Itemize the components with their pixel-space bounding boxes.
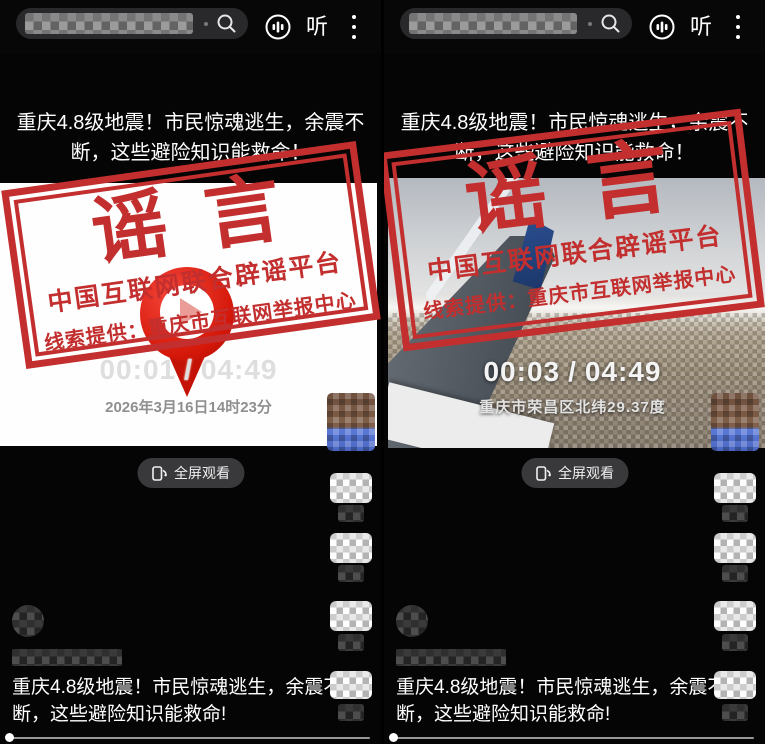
uploader-avatar[interactable]	[711, 393, 759, 451]
rotate-phone-icon	[151, 465, 167, 482]
author-avatar-blurred[interactable]	[12, 605, 44, 637]
comment-icon-blurred[interactable]	[714, 533, 756, 563]
search-input[interactable]	[16, 8, 248, 39]
audio-mode-icon[interactable]	[264, 13, 292, 41]
comment-count-blurred	[722, 565, 748, 582]
comment-count-blurred	[338, 565, 364, 582]
share-icon-blurred[interactable]	[330, 671, 372, 699]
favorite-count-blurred	[338, 634, 364, 651]
share-count-blurred	[338, 704, 364, 721]
favorite-count-blurred	[722, 634, 748, 651]
progress-handle[interactable]	[5, 733, 14, 742]
video-caption: 重庆4.8级地震！市民惊魂逃生，余震不断，这些避险知识能救命!	[12, 674, 348, 728]
fullscreen-label: 全屏观看	[558, 463, 614, 483]
share-count-blurred	[722, 704, 748, 721]
favorite-icon-blurred[interactable]	[714, 601, 756, 631]
listen-button[interactable]: 听	[306, 13, 328, 41]
separator-dot	[588, 22, 592, 26]
search-input[interactable]	[400, 8, 632, 39]
action-sidebar	[327, 393, 377, 729]
screenshot-left: 听 重庆4.8级地震！市民惊魂逃生，余震不断，这些避险知识能救命！ 00:01/…	[0, 0, 381, 744]
favorite-icon-blurred[interactable]	[330, 601, 372, 631]
video-caption: 重庆4.8级地震！市民惊魂逃生，余震不断，这些避险知识能救命!	[396, 674, 732, 728]
rotate-phone-icon	[535, 465, 551, 482]
fullscreen-button[interactable]: 全屏观看	[137, 458, 244, 488]
uploader-avatar[interactable]	[327, 393, 375, 451]
top-bar: 听	[0, 0, 381, 54]
blurred-search-query	[409, 13, 577, 34]
fullscreen-label: 全屏观看	[174, 463, 230, 483]
video-overlay-info: 2026年3月16日14时23分	[0, 396, 377, 417]
progress-bar[interactable]	[8, 737, 370, 739]
separator-dot	[204, 22, 208, 26]
progress-handle[interactable]	[389, 733, 398, 742]
kebab-menu-icon[interactable]	[351, 15, 357, 39]
blurred-search-query	[25, 13, 193, 34]
audio-mode-icon[interactable]	[648, 13, 676, 41]
top-bar: 听	[384, 0, 765, 54]
listen-button[interactable]: 听	[690, 13, 712, 41]
author-name-blurred[interactable]	[12, 649, 122, 666]
like-icon-blurred[interactable]	[330, 473, 372, 503]
share-icon-blurred[interactable]	[714, 671, 756, 699]
search-icon[interactable]	[215, 12, 238, 35]
comment-icon-blurred[interactable]	[330, 533, 372, 563]
like-count-blurred	[722, 505, 748, 522]
search-icon[interactable]	[599, 12, 622, 35]
video-timestamp: 00:03/04:49	[384, 356, 761, 388]
progress-bar[interactable]	[392, 737, 754, 739]
author-name-blurred[interactable]	[396, 649, 506, 666]
action-sidebar	[711, 393, 761, 729]
author-avatar-blurred[interactable]	[396, 605, 428, 637]
screenshot-right: 听 重庆4.8级地震！市民惊魂逃生，余震不断，这些避险知识能救命！ 00:03/…	[384, 0, 765, 744]
like-count-blurred	[338, 505, 364, 522]
like-icon-blurred[interactable]	[714, 473, 756, 503]
fullscreen-button[interactable]: 全屏观看	[521, 458, 628, 488]
video-overlay-info: 重庆市荣昌区北纬29.37度	[384, 396, 761, 417]
kebab-menu-icon[interactable]	[735, 15, 741, 39]
